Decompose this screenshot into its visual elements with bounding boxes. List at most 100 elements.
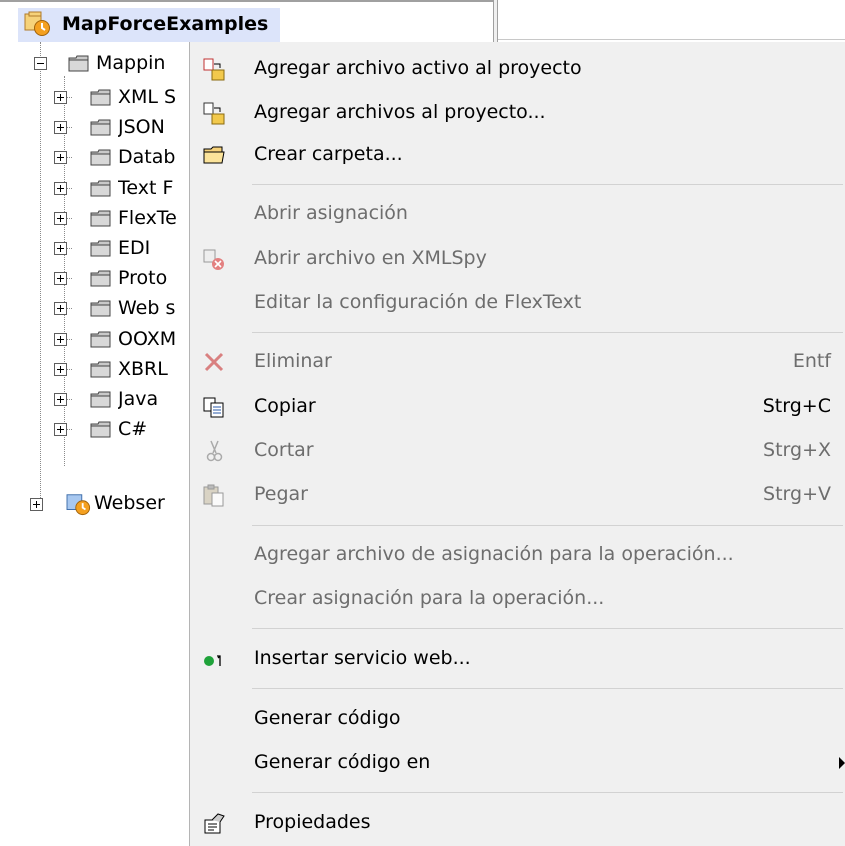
menu-item-label: Crear carpeta... (254, 143, 403, 165)
tree-root-label[interactable]: MapForceExamples (62, 13, 268, 35)
menu-item-insert-web-service[interactable]: Insertar servicio web... (190, 638, 845, 680)
tree-item-label: Java (118, 388, 159, 410)
expand-icon[interactable] (54, 302, 67, 315)
expand-icon[interactable] (54, 121, 67, 134)
expand-icon[interactable] (54, 182, 67, 195)
menu-item-add-files[interactable]: Agregar archivos al proyecto... (190, 92, 845, 134)
tree-item-label: FlexTe (118, 207, 177, 229)
expand-icon[interactable] (54, 423, 67, 436)
add-files-icon (203, 102, 225, 125)
tree-item-label: Datab (118, 146, 176, 168)
copy-icon (203, 397, 224, 418)
tree-item-label: Web s (118, 297, 176, 319)
menu-item-label: Pegar (254, 483, 308, 505)
menu-separator (252, 688, 843, 689)
menu-separator (252, 628, 843, 629)
paste-icon (203, 484, 224, 507)
tree-item-label: JSON (118, 116, 165, 138)
delete-icon (204, 352, 224, 372)
menu-item-properties[interactable]: Propiedades (190, 802, 845, 844)
menu-item-label: Abrir asignación (254, 202, 408, 224)
menu-item-label: Abrir archivo en XMLSpy (254, 247, 487, 269)
tree-item-label: EDI (118, 237, 151, 259)
expand-icon[interactable] (30, 498, 43, 511)
folder-icon (90, 391, 111, 408)
menu-item-label: Agregar archivo activo al proyecto (254, 57, 582, 79)
menu-separator (252, 184, 843, 185)
folder-icon (90, 149, 111, 166)
menu-item-label: Generar código en (254, 751, 431, 773)
menu-item-open-mapping[interactable]: Abrir asignación (190, 193, 845, 235)
menu-item-label: Propiedades (254, 811, 371, 833)
menu-item-label: Crear asignación para la operación... (254, 587, 605, 609)
folder-icon (90, 240, 111, 257)
menu-item-label: Agregar archivo de asignación para la op… (254, 543, 734, 565)
add-active-file-icon (203, 58, 225, 81)
menu-item-label: Copiar (254, 395, 316, 417)
menu-item-create-folder[interactable]: Crear carpeta... (190, 134, 845, 176)
menu-separator (252, 792, 843, 793)
folder-icon (90, 331, 111, 348)
folder-icon (90, 300, 111, 317)
menu-item-shortcut: Strg+V (763, 483, 831, 505)
menu-separator (252, 525, 843, 526)
menu-item-label: Editar la configuración de FlexText (254, 291, 582, 313)
folder-icon (90, 180, 111, 197)
tree-item-label: XML S (118, 86, 177, 108)
menu-item-create-mapping-for-operation[interactable]: Crear asignación para la operación... (190, 578, 845, 620)
menu-item-add-active-file[interactable]: Agregar archivo activo al proyecto (190, 48, 845, 90)
tree-item-label: Text F (118, 177, 174, 199)
pane-border (498, 39, 845, 40)
menu-separator (252, 332, 843, 333)
menu-item-label: Insertar servicio web... (254, 647, 471, 669)
menu-item-shortcut: Entf (792, 350, 831, 372)
menu-item-open-in-xmlspy[interactable]: Abrir archivo en XMLSpy (190, 238, 845, 280)
web-service-icon (204, 655, 221, 666)
menu-item-add-mapping-file-for-operation[interactable]: Agregar archivo de asignación para la op… (190, 534, 845, 576)
menu-item-shortcut: Strg+X (763, 439, 831, 461)
properties-icon (204, 813, 225, 834)
submenu-arrow-icon (839, 757, 845, 769)
pane-border (0, 0, 493, 2)
tree-connector (40, 42, 41, 500)
expand-icon[interactable] (54, 151, 67, 164)
folder-icon (90, 270, 111, 287)
cut-icon (206, 440, 223, 462)
expand-icon[interactable] (54, 91, 67, 104)
expand-icon[interactable] (54, 272, 67, 285)
expand-icon[interactable] (54, 242, 67, 255)
expand-icon[interactable] (54, 363, 67, 376)
menu-item-copy[interactable]: Copiar Strg+C (190, 386, 845, 428)
menu-item-label: Generar código (254, 707, 401, 729)
expand-icon[interactable] (54, 333, 67, 346)
menu-item-label: Agregar archivos al proyecto... (254, 101, 546, 123)
collapse-icon[interactable] (34, 57, 47, 70)
tree-item-label: Mappin (96, 52, 166, 74)
folder-icon (90, 421, 111, 438)
folder-icon (90, 119, 111, 136)
folder-icon (90, 89, 111, 106)
menu-item-cut[interactable]: Cortar Strg+X (190, 430, 845, 472)
menu-item-generate-code[interactable]: Generar código (190, 698, 845, 740)
expand-icon[interactable] (54, 393, 67, 406)
menu-item-generate-code-in[interactable]: Generar código en (190, 742, 845, 784)
folder-icon (90, 210, 111, 227)
tree-item-label: XBRL (118, 358, 168, 380)
menu-item-shortcut: Strg+C (762, 395, 831, 417)
menu-item-delete[interactable]: Eliminar Entf (190, 341, 845, 383)
folder-icon (203, 146, 225, 164)
context-menu: Agregar archivo activo al proyecto Agreg… (189, 42, 845, 846)
menu-item-paste[interactable]: Pegar Strg+V (190, 474, 845, 516)
expand-icon[interactable] (54, 212, 67, 225)
tree-item-label: OOXM (118, 328, 177, 350)
menu-item-label: Eliminar (254, 350, 332, 372)
tree-item-label: Proto (118, 267, 168, 289)
menu-item-edit-flextext[interactable]: Editar la configuración de FlexText (190, 282, 845, 324)
xmlspy-icon (203, 249, 224, 270)
project-icon (66, 492, 92, 516)
tree-item-label: Webser (94, 492, 165, 514)
menu-item-label: Cortar (254, 439, 314, 461)
folder-icon (90, 361, 111, 378)
project-icon (24, 11, 52, 37)
tree-item-label: C# (118, 418, 148, 440)
